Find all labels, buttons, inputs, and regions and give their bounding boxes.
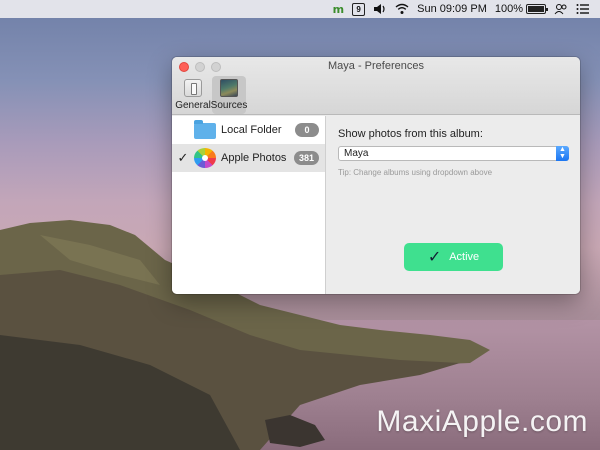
preferences-window: Maya - Preferences General Sources Local… xyxy=(172,57,580,294)
tip-text: Tip: Change albums using dropdown above xyxy=(338,168,493,177)
user-switch-icon[interactable] xyxy=(554,2,568,16)
source-settings-pane: Show photos from this album: Maya ▲ ▼ Tip… xyxy=(327,116,580,294)
battery-icon xyxy=(526,4,548,14)
active-button[interactable]: ✓ Active xyxy=(404,243,503,271)
preferences-toolbar: General Sources xyxy=(175,76,248,114)
clock-text[interactable]: Sun 09:09 PM xyxy=(417,3,487,15)
count-badge: 381 xyxy=(293,151,319,165)
album-dropdown-value: Maya xyxy=(344,148,369,159)
battery-status[interactable]: 100% xyxy=(494,3,548,15)
checkmark-icon: ✓ xyxy=(427,249,442,266)
sources-picture-icon xyxy=(220,79,238,97)
active-button-label: Active xyxy=(449,251,480,263)
maya-menubar-icon[interactable]: m xyxy=(333,2,344,16)
source-item-local-folder[interactable]: Local Folder 0 xyxy=(172,116,325,144)
dropdown-arrows-icon: ▲ ▼ xyxy=(556,146,569,161)
photos-icon xyxy=(194,148,216,168)
tab-general-label: General xyxy=(175,100,211,111)
sources-list: Local Folder 0 ✓ Apple Photos 381 xyxy=(172,116,326,294)
tab-sources[interactable]: Sources xyxy=(210,76,248,114)
battery-percent: 100% xyxy=(494,3,523,15)
general-switch-icon xyxy=(184,79,202,97)
tab-sources-label: Sources xyxy=(210,100,248,111)
album-dropdown[interactable]: Maya ▲ ▼ xyxy=(338,146,569,161)
count-badge: 0 xyxy=(295,123,319,137)
source-item-apple-photos[interactable]: ✓ Apple Photos 381 xyxy=(172,144,325,172)
tab-general[interactable]: General xyxy=(175,76,211,114)
calendar-icon[interactable]: 9 xyxy=(352,2,366,16)
volume-icon[interactable] xyxy=(373,2,387,16)
window-title: Maya - Preferences xyxy=(328,60,424,72)
album-label: Show photos from this album: xyxy=(338,128,483,140)
wifi-icon[interactable] xyxy=(395,2,409,16)
checkmark-icon: ✓ xyxy=(177,150,189,165)
window-titlebar: Maya - Preferences General Sources xyxy=(172,57,580,115)
battery-fill xyxy=(528,6,544,12)
watermark: MaxiApple.com xyxy=(376,405,588,438)
folder-icon xyxy=(194,120,216,139)
notification-center-icon[interactable] xyxy=(576,2,590,16)
menu-bar: m 9 Sun 09:09 PM 100% xyxy=(0,0,600,18)
